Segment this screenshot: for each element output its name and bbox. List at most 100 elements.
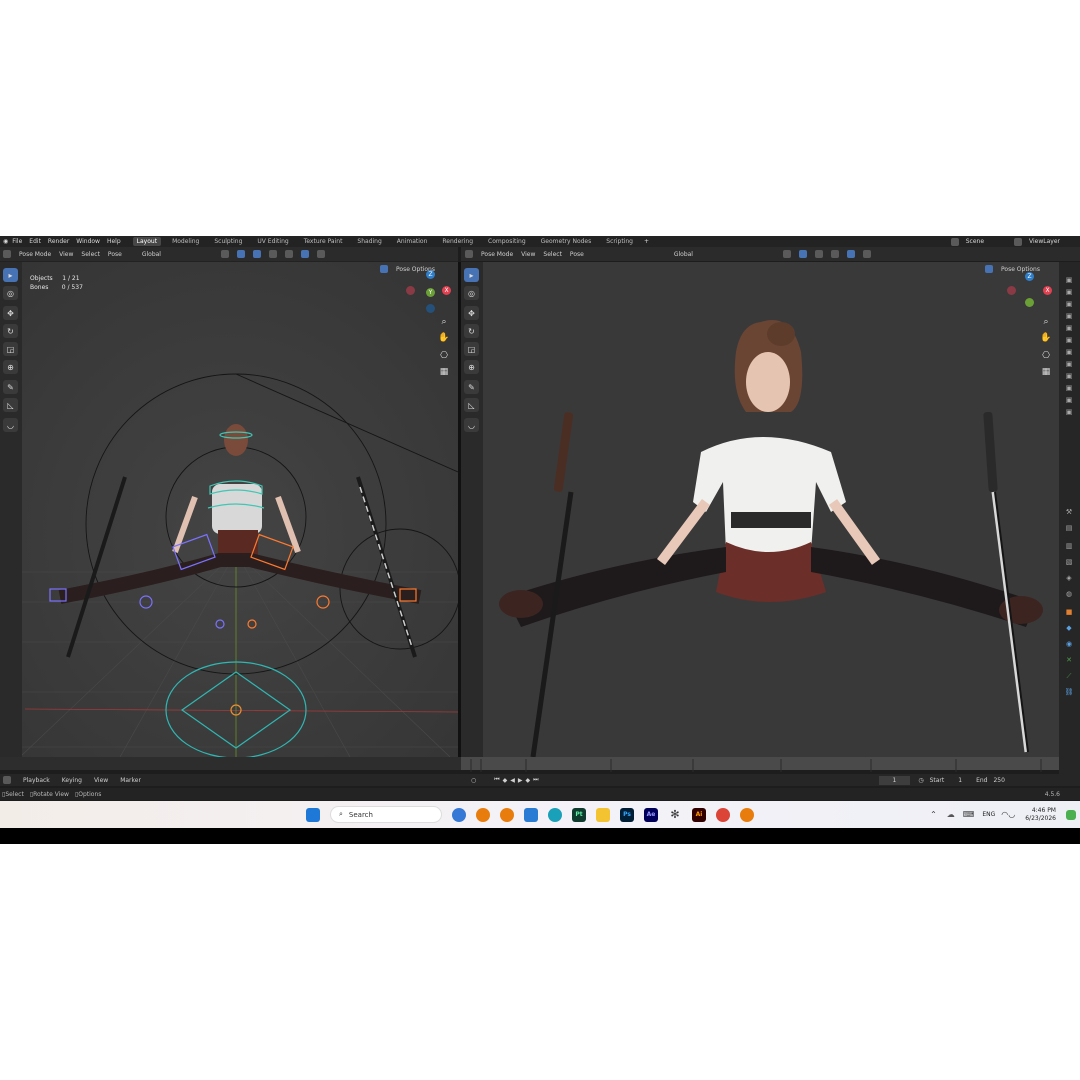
menu-file[interactable]: File bbox=[12, 238, 22, 245]
record-button-icon[interactable]: ○ bbox=[471, 777, 476, 784]
outliner-camera-icon-12[interactable]: ▣ bbox=[1063, 408, 1075, 418]
camera-view-icon[interactable]: ⎔ bbox=[438, 350, 450, 362]
modifier-properties-icon[interactable]: ◆ bbox=[1063, 624, 1075, 634]
right-ortho-grid-icon[interactable]: ▦ bbox=[1040, 366, 1052, 378]
next-key-icon[interactable]: ◆ bbox=[525, 777, 530, 784]
timeline-menu-keying[interactable]: Keying bbox=[62, 777, 82, 784]
right-bone-roll-tool-icon[interactable]: ◡ bbox=[464, 418, 479, 432]
left-mirror-x-icon[interactable] bbox=[380, 265, 388, 273]
view-layer-properties-icon[interactable]: ▧ bbox=[1063, 558, 1075, 568]
taskbar-search[interactable]: ⌕ Search bbox=[330, 806, 442, 823]
zbrush-icon[interactable]: ✻ bbox=[668, 808, 682, 822]
stopwatch-icon[interactable]: ◷ bbox=[918, 777, 923, 784]
pan-hand-icon[interactable]: ✋ bbox=[438, 332, 450, 344]
notification-icon[interactable] bbox=[1066, 809, 1076, 820]
right-cursor-tool-icon[interactable]: ◎ bbox=[464, 286, 479, 300]
right-transform-tool-icon[interactable]: ⊕ bbox=[464, 360, 479, 374]
prev-key-icon[interactable]: ◆ bbox=[503, 777, 508, 784]
tab-scripting[interactable]: Scripting bbox=[602, 237, 637, 246]
windows-start-icon[interactable] bbox=[306, 807, 320, 822]
store-app-icon[interactable] bbox=[524, 807, 538, 822]
bone-properties-icon[interactable]: ⟋ bbox=[1063, 672, 1075, 682]
left-overlay-icon[interactable] bbox=[236, 250, 245, 258]
left-shading-wire-icon[interactable] bbox=[268, 250, 277, 258]
tab-texture-paint[interactable]: Texture Paint bbox=[300, 237, 347, 246]
outliner-camera-icon-9[interactable]: ▣ bbox=[1063, 372, 1075, 382]
world-properties-icon[interactable]: ◍ bbox=[1063, 590, 1075, 600]
output-properties-icon[interactable]: ▥ bbox=[1063, 542, 1075, 552]
start-frame-value[interactable]: 1 bbox=[958, 777, 962, 784]
illustrator-icon[interactable]: Ai bbox=[692, 807, 706, 822]
photoshop-icon[interactable]: Ps bbox=[620, 807, 634, 822]
clock[interactable]: 4:46 PM 6/23/2026 bbox=[1025, 807, 1056, 823]
outliner-camera-icon[interactable]: ▣ bbox=[1063, 276, 1075, 286]
left-pose-options[interactable]: Pose Options bbox=[396, 266, 435, 273]
right-shading-solid-icon[interactable] bbox=[830, 250, 839, 258]
right-editor-type-icon[interactable] bbox=[465, 250, 473, 258]
wifi-icon[interactable]: ◠◡ bbox=[1001, 810, 1015, 819]
jump-start-icon[interactable]: ⏮ bbox=[494, 776, 499, 784]
right-scale-tool-icon[interactable]: ◲ bbox=[464, 342, 479, 356]
object-properties-icon[interactable]: ■ bbox=[1063, 608, 1075, 618]
select-box-tool-icon[interactable]: ▸ bbox=[3, 268, 18, 282]
right-pan-hand-icon[interactable]: ✋ bbox=[1040, 332, 1052, 344]
play-reverse-icon[interactable]: ◀ bbox=[510, 777, 515, 784]
right-menu-view[interactable]: View bbox=[521, 251, 535, 258]
tab-rendering[interactable]: Rendering bbox=[438, 237, 477, 246]
tray-app-icon[interactable]: ☁ bbox=[947, 810, 955, 819]
blender-app-icon[interactable] bbox=[476, 807, 490, 822]
timeline-menu-marker[interactable]: Marker bbox=[120, 777, 141, 784]
right-overlay-icon[interactable] bbox=[782, 250, 791, 258]
right-menu-select[interactable]: Select bbox=[543, 251, 562, 258]
current-frame-field[interactable]: 1 bbox=[878, 775, 911, 785]
measure-tool-icon[interactable]: ◺ bbox=[3, 398, 18, 412]
timeline-menu-playback[interactable]: Playback bbox=[23, 777, 50, 784]
right-gizmo-x-axis[interactable]: X bbox=[1043, 286, 1052, 295]
outliner-camera-icon-4[interactable]: ▣ bbox=[1063, 312, 1075, 322]
outliner-camera-icon-11[interactable]: ▣ bbox=[1063, 396, 1075, 406]
taskbar-app-icon-1[interactable] bbox=[452, 807, 466, 822]
tab-modeling[interactable]: Modeling bbox=[168, 237, 203, 246]
timeline-editor-icon[interactable] bbox=[3, 776, 11, 784]
tray-chevron-icon[interactable]: ⌃ bbox=[930, 810, 937, 819]
annotate-tool-icon[interactable]: ✎ bbox=[3, 380, 18, 394]
viewlayer-selector[interactable]: ViewLayer bbox=[1029, 238, 1060, 245]
timeline-menu-view[interactable]: View bbox=[94, 777, 108, 784]
editor-type-icon[interactable] bbox=[3, 250, 11, 258]
outliner-camera-icon-5[interactable]: ▣ bbox=[1063, 324, 1075, 334]
outliner-camera-icon-6[interactable]: ▣ bbox=[1063, 336, 1075, 346]
chrome-browser-icon[interactable] bbox=[716, 807, 730, 822]
right-mirror-x-icon[interactable] bbox=[985, 265, 993, 273]
armature-properties-icon[interactable]: ✕ bbox=[1063, 656, 1075, 666]
right-orientation-selector[interactable]: Global bbox=[674, 251, 693, 258]
right-move-tool-icon[interactable]: ✥ bbox=[464, 306, 479, 320]
outliner-camera-icon-7[interactable]: ▣ bbox=[1063, 348, 1075, 358]
tab-compositing[interactable]: Compositing bbox=[484, 237, 530, 246]
right-zoom-icon[interactable]: ⌕ bbox=[1040, 316, 1052, 328]
render-properties-icon[interactable]: ▤ bbox=[1063, 524, 1075, 534]
gizmo-y-axis[interactable]: Y bbox=[426, 288, 435, 297]
blender-logo-icon[interactable]: ◉ bbox=[3, 238, 8, 245]
blender-app-icon-2[interactable] bbox=[500, 807, 514, 822]
right-3d-viewport[interactable]: ▸ ◎ ✥ ↻ ◲ ⊕ ✎ ◺ ◡ Z X ⌕ ✋ ⎔ ▦ bbox=[461, 262, 1059, 757]
right-select-box-tool-icon[interactable]: ▸ bbox=[464, 268, 479, 282]
right-measure-tool-icon[interactable]: ◺ bbox=[464, 398, 479, 412]
file-explorer-icon[interactable] bbox=[596, 807, 610, 822]
left-shading-solid-icon[interactable] bbox=[284, 250, 293, 258]
right-camera-view-icon[interactable]: ⎔ bbox=[1040, 350, 1052, 362]
keyboard-icon[interactable]: ⌨ bbox=[963, 810, 975, 819]
language-indicator[interactable]: ENG bbox=[982, 811, 995, 818]
left-menu-select[interactable]: Select bbox=[81, 251, 100, 258]
right-gizmo-neg-x-axis[interactable] bbox=[1007, 286, 1016, 295]
left-menu-pose[interactable]: Pose bbox=[108, 251, 122, 258]
tab-sculpting[interactable]: Sculpting bbox=[210, 237, 246, 246]
timeline-ruler[interactable] bbox=[461, 757, 1059, 772]
edge-browser-icon[interactable] bbox=[548, 807, 562, 822]
transform-tool-icon[interactable]: ⊕ bbox=[3, 360, 18, 374]
menu-render[interactable]: Render bbox=[48, 238, 69, 245]
tool-properties-icon[interactable]: ⚒ bbox=[1063, 508, 1075, 518]
left-3d-viewport[interactable]: ▸ ◎ ✥ ↻ ◲ ⊕ ✎ ◺ ◡ Objects 1 / 21 Bones 0… bbox=[0, 262, 458, 757]
outliner-camera-icon-10[interactable]: ▣ bbox=[1063, 384, 1075, 394]
left-shading-material-icon[interactable] bbox=[300, 250, 309, 258]
menu-edit[interactable]: Edit bbox=[29, 238, 41, 245]
